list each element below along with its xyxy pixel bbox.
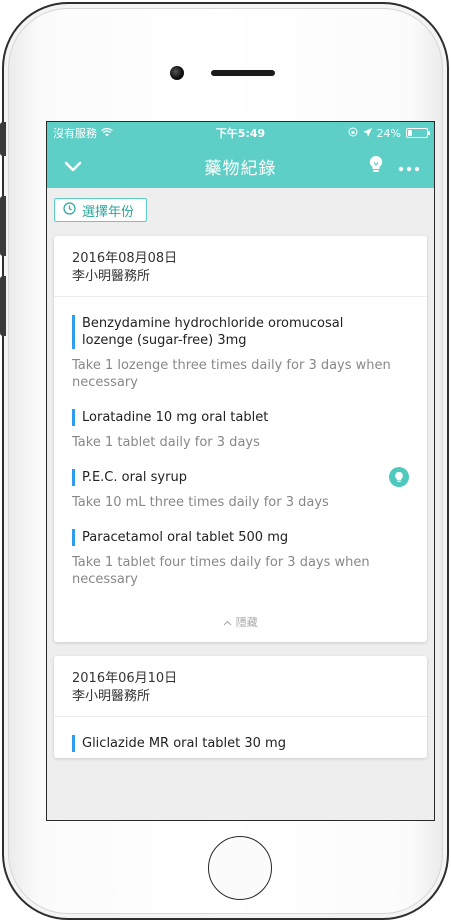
select-year-button[interactable]: 選擇年份	[54, 198, 148, 222]
orientation-lock-icon	[348, 127, 358, 140]
medication-name: Paracetamol oral tablet 500 mg	[72, 529, 409, 546]
medication-instruction: Take 1 tablet daily for 3 days	[72, 435, 260, 450]
record-list: 選擇年份 2016年08月08日 李小明醫務所 Benzydamine hydr…	[47, 188, 434, 758]
record-card: 2016年06月10日 李小明醫務所 Gliclazide MR oral ta…	[54, 656, 427, 758]
phone-screen: 沒有服務 下午5:49 24% 藥物紀錄 選擇年份 2016年08月08日 李小…	[46, 121, 435, 821]
volume-down-button	[0, 276, 6, 336]
medication-item[interactable]: P.E.C. oral syrup Take 10 mL three times…	[72, 457, 409, 517]
battery-level	[408, 130, 412, 136]
lightbulb-icon[interactable]	[368, 155, 384, 177]
record-clinic: 李小明醫務所	[72, 269, 151, 284]
navigation-bar: 藥物紀錄	[47, 144, 434, 188]
medication-instruction: Take 1 lozenge three times daily for 3 d…	[72, 358, 391, 390]
medication-item[interactable]: Loratadine 10 mg oral tablet Take 1 tabl…	[72, 397, 409, 457]
medication-item[interactable]: Paracetamol oral tablet 500 mg Take 1 ta…	[72, 517, 409, 594]
record-date: 2016年08月08日	[72, 251, 178, 266]
record-card: 2016年08月08日 李小明醫務所 Benzydamine hydrochlo…	[54, 236, 427, 642]
medication-name: Gliclazide MR oral tablet 30 mg	[72, 735, 409, 752]
hide-toggle-label: 隱藏	[235, 616, 258, 629]
medication-name: P.E.C. oral syrup	[72, 469, 409, 486]
battery-icon	[406, 128, 430, 138]
medication-name: Benzydamine hydrochloride oromucosal loz…	[72, 315, 409, 349]
medication-item[interactable]: Gliclazide MR oral tablet 30 mg	[72, 723, 409, 758]
volume-up-button	[0, 196, 6, 256]
select-year-label: 選擇年份	[82, 204, 135, 220]
home-button[interactable]	[208, 836, 272, 900]
lightbulb-icon[interactable]	[389, 467, 409, 487]
medication-instruction: Take 1 tablet four times daily for 3 day…	[72, 555, 370, 587]
chevron-down-icon[interactable]	[61, 154, 85, 178]
clock-icon	[63, 201, 76, 219]
record-clinic: 李小明醫務所	[72, 689, 151, 704]
location-icon	[362, 127, 372, 140]
hide-toggle[interactable]: 隱藏	[54, 594, 427, 642]
medication-instruction: Take 10 mL three times daily for 3 days	[72, 495, 329, 510]
battery-percent: 24%	[376, 126, 401, 140]
status-bar: 沒有服務 下午5:49 24%	[47, 122, 434, 144]
medication-name: Loratadine 10 mg oral tablet	[72, 409, 409, 426]
chevron-up-icon	[223, 616, 236, 629]
earpiece-speaker	[211, 70, 275, 76]
front-camera	[170, 66, 184, 80]
mute-switch	[0, 122, 6, 156]
record-date: 2016年06月10日	[72, 671, 178, 686]
more-icon[interactable]	[398, 157, 420, 176]
medication-item[interactable]: Benzydamine hydrochloride oromucosal loz…	[72, 303, 409, 397]
